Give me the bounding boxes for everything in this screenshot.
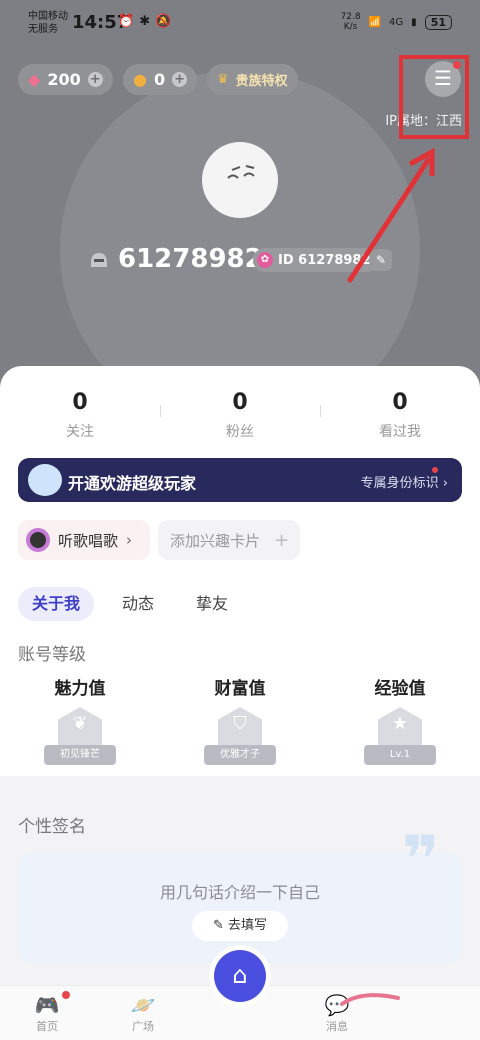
signature-card: 用几句话介绍一下自己 ✎ 去填写 bbox=[18, 853, 462, 963]
visitors-count: 0 bbox=[392, 390, 408, 415]
fans-label: 粉丝 bbox=[226, 424, 254, 440]
vip-banner-link[interactable]: 专属身份标识 › bbox=[361, 472, 448, 491]
wealth-badge: ⛉ 优雅才子 bbox=[204, 707, 276, 773]
gamepad-icon: 🎮 bbox=[34, 993, 60, 1017]
vip-banner[interactable]: 开通欢游超级玩家 专属身份标识 › bbox=[18, 458, 462, 502]
wealth-badge-label: 优雅才子 bbox=[204, 745, 276, 765]
fans-count: 0 bbox=[232, 390, 248, 415]
experience-badge-label: Lv.1 bbox=[364, 745, 436, 765]
signature-placeholder: 用几句话介绍一下自己 bbox=[159, 883, 320, 902]
planet-icon: 🪐 bbox=[130, 993, 156, 1017]
nav-square[interactable]: 🪐 广场 bbox=[108, 986, 178, 1034]
vip-notification-dot bbox=[432, 467, 438, 473]
following-count: 0 bbox=[72, 390, 88, 415]
home-notification-dot bbox=[62, 991, 70, 999]
tab-close-friends[interactable]: 挚友 bbox=[182, 587, 242, 621]
pen-icon: ✎ bbox=[212, 918, 224, 933]
vip-banner-link-label: 专属身份标识 bbox=[360, 476, 439, 491]
divider bbox=[320, 405, 321, 417]
following-label: 关注 bbox=[66, 424, 94, 440]
annotation-arrow bbox=[347, 147, 435, 283]
shield-icon: ⛉ bbox=[233, 713, 247, 734]
experience-level[interactable]: 经验值 ★ Lv.1 bbox=[340, 674, 460, 773]
vip-banner-title: 开通欢游超级玩家 bbox=[68, 474, 197, 493]
music-record-icon bbox=[26, 528, 50, 552]
fill-signature-label: 去填写 bbox=[228, 918, 268, 933]
chevron-right-icon: › bbox=[442, 476, 448, 491]
charm-level[interactable]: 魅力值 ❦ 初见锋芒 bbox=[20, 674, 140, 773]
experience-level-name: 经验值 bbox=[374, 679, 426, 699]
watermark-swoosh bbox=[340, 993, 400, 1006]
charm-level-name: 魅力值 bbox=[54, 679, 106, 699]
nav-square-label: 广场 bbox=[132, 1020, 154, 1033]
account-level-title: 账号等级 bbox=[18, 645, 86, 665]
quote-mark-icon: ❞ bbox=[402, 823, 440, 897]
fill-signature-button[interactable]: ✎ 去填写 bbox=[192, 911, 288, 941]
wealth-level-name: 财富值 bbox=[214, 679, 266, 699]
mascot-icon bbox=[28, 464, 62, 496]
divider bbox=[160, 405, 161, 417]
nav-messages-label: 消息 bbox=[326, 1020, 348, 1033]
visitors-stat[interactable]: 0 看过我 bbox=[340, 390, 460, 441]
wealth-level[interactable]: 财富值 ⛉ 优雅才子 bbox=[180, 674, 300, 773]
charm-badge-label: 初见锋芒 bbox=[44, 745, 116, 765]
signature-title: 个性签名 bbox=[18, 817, 86, 837]
add-interest-card-button[interactable]: 添加兴趣卡片 + bbox=[158, 520, 300, 560]
visitors-label: 看过我 bbox=[379, 424, 421, 440]
center-home-button[interactable]: ⌂ bbox=[214, 950, 266, 1002]
interest-tag-label: 听歌唱歌 bbox=[58, 531, 119, 550]
feather-icon: ❦ bbox=[72, 713, 88, 734]
profile-tabs: 关于我 动态 挚友 bbox=[18, 587, 242, 621]
nav-home[interactable]: 🎮 首页 bbox=[12, 986, 82, 1034]
house-icon: ⌂ bbox=[232, 961, 248, 989]
chevron-right-icon: › bbox=[126, 531, 133, 549]
fans-stat[interactable]: 0 粉丝 bbox=[180, 390, 300, 441]
tab-moments[interactable]: 动态 bbox=[108, 587, 168, 621]
following-stat[interactable]: 0 关注 bbox=[20, 390, 140, 441]
experience-badge: ★ Lv.1 bbox=[364, 707, 436, 773]
plus-icon: + bbox=[274, 529, 290, 551]
interest-tag-music[interactable]: 听歌唱歌 › bbox=[18, 520, 150, 560]
nav-home-label: 首页 bbox=[36, 1020, 58, 1033]
tab-about-me[interactable]: 关于我 bbox=[18, 587, 95, 621]
add-interest-label: 添加兴趣卡片 bbox=[170, 531, 261, 550]
charm-badge: ❦ 初见锋芒 bbox=[44, 707, 116, 773]
star-icon: ★ bbox=[391, 713, 409, 734]
